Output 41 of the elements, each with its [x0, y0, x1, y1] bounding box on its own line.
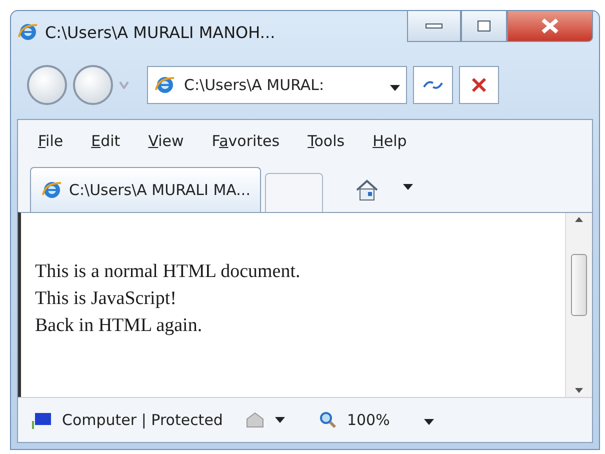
document-text: This is a normal HTML document.	[35, 260, 302, 284]
zoom-dropdown-icon[interactable]	[424, 419, 434, 425]
menu-item[interactable]: View	[148, 132, 184, 150]
address-field[interactable]: C:\Users\A MURAL:	[147, 66, 407, 104]
stop-button[interactable]	[459, 66, 499, 104]
maximize-icon	[477, 20, 491, 32]
home-icon[interactable]	[355, 178, 380, 202]
menu-item[interactable]: Help	[372, 132, 407, 150]
menu-item[interactable]: File	[38, 132, 64, 150]
back-button[interactable]	[27, 65, 67, 105]
document-text: This is JavaScript!	[35, 287, 178, 311]
menu-item[interactable]: Favorites	[212, 132, 280, 150]
address-dropdown-icon[interactable]	[390, 84, 400, 90]
refresh-icon	[422, 78, 444, 92]
menu-item[interactable]: Edit	[91, 132, 120, 150]
protected-mode-icon[interactable]	[244, 411, 265, 429]
window-title: C:\Users\A MURALI MANOH...	[45, 23, 276, 42]
minimize-icon	[425, 23, 443, 29]
scroll-up-icon[interactable]	[575, 217, 583, 222]
menu-item[interactable]: Tools	[308, 132, 345, 150]
browser-logo-icon	[154, 74, 176, 96]
browser-tab[interactable]: C:\Users\A MURALI MA...	[30, 167, 262, 212]
maximize-button[interactable]	[461, 11, 507, 42]
browser-logo-icon	[17, 21, 39, 43]
close-icon	[541, 18, 559, 34]
zone-dropdown-icon[interactable]	[274, 417, 285, 423]
computer-zone-icon	[32, 411, 52, 429]
zoom-level-text[interactable]: 100%	[346, 411, 390, 429]
forward-button[interactable]	[73, 65, 113, 105]
stop-icon	[471, 77, 487, 93]
minimize-button[interactable]	[407, 11, 461, 42]
zoom-magnifier-icon[interactable]	[318, 411, 337, 429]
vertical-scrollbar[interactable]	[565, 213, 592, 397]
security-zone-text: Computer | Protected	[62, 411, 223, 429]
scroll-down-icon[interactable]	[575, 388, 583, 393]
browser-logo-icon	[41, 179, 63, 201]
refresh-button[interactable]	[413, 66, 453, 104]
home-dropdown-icon[interactable]	[403, 184, 414, 190]
close-button[interactable]	[507, 11, 593, 42]
scroll-thumb[interactable]	[571, 254, 587, 316]
document-text: Back in HTML again.	[35, 314, 204, 338]
